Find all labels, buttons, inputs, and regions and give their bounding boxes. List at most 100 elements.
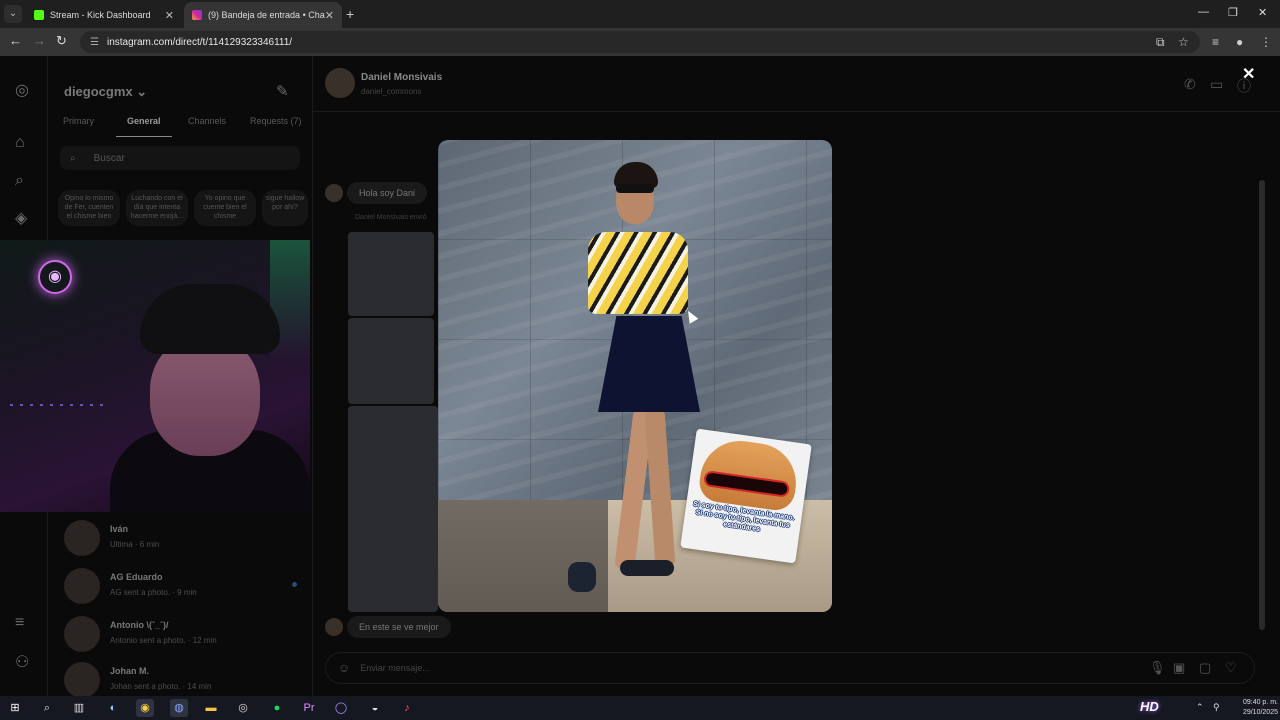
conversation-header: Daniel Monsivais daniel_commons ✆ ▭ ⓘ (313, 56, 1280, 112)
chat-name: Antonio \(ˉ_ˉ)/ (110, 620, 169, 630)
chat-list-item[interactable]: Iván Ultima · 6 min (62, 518, 302, 562)
tiktok-icon[interactable]: ♪ (398, 699, 416, 717)
chrome-icon[interactable]: ◉ (136, 699, 154, 717)
active-tab-indicator (116, 136, 172, 137)
conversation-name[interactable]: Daniel Monsivais (361, 72, 442, 83)
floor-shadow (438, 500, 608, 612)
search-icon[interactable]: ⌕ (38, 699, 56, 717)
app-icon[interactable]: ◒ (366, 699, 384, 717)
chat-list-item[interactable]: Antonio \(ˉ_ˉ)/ Antonio sent a photo. · … (62, 614, 302, 658)
menu-icon[interactable]: ≡ (15, 614, 24, 632)
account-username[interactable]: diegocgmx ⌄ (64, 84, 147, 100)
search-placeholder: Buscar (93, 152, 125, 164)
edge-icon[interactable]: ◐ (104, 699, 122, 717)
emoji-icon[interactable]: ☺ (338, 661, 350, 675)
tab-close-icon[interactable]: ✕ (165, 9, 174, 22)
microphone-icon[interactable]: 🎙 (1149, 660, 1166, 676)
new-tab-button[interactable]: + (346, 6, 354, 22)
profile-avatar-icon[interactable]: ● (1236, 35, 1243, 49)
unread-dot (292, 582, 297, 587)
alien-neon-icon: ◉ (38, 260, 72, 294)
note-bubble[interactable]: sigue hallow por ahí? (262, 190, 308, 226)
browser-toolbar: ← → ↻ ☰ instagram.com/direct/t/114129323… (0, 28, 1280, 56)
minimize-icon[interactable]: — (1198, 6, 1209, 18)
photo-thumbnail[interactable] (348, 232, 434, 316)
instagram-icon[interactable]: ◎ (15, 80, 29, 100)
chat-preview: Antonio sent a photo. · 12 min (110, 636, 217, 645)
person-shoe (620, 560, 674, 576)
avatar (64, 662, 100, 698)
streamer-cap (140, 284, 280, 354)
reload-icon[interactable]: ↻ (56, 33, 67, 49)
search-icon[interactable]: ⌕ (15, 172, 24, 190)
person-shirt (588, 232, 688, 314)
back-icon[interactable]: ← (9, 33, 22, 48)
bookmark-star-icon[interactable]: ☆ (1178, 35, 1189, 49)
url-text: instagram.com/direct/t/114129323346111/ (106, 36, 293, 48)
search-input[interactable]: ⌕ Buscar (60, 146, 300, 170)
chat-list-item[interactable]: AG Eduardo AG sent a photo. · 9 min (62, 566, 302, 610)
person-sunglasses (616, 184, 654, 193)
message-composer[interactable]: ☺ Enviar mensaje... (325, 652, 1255, 684)
meme-sticker: Si soy tu tipo, levanta la mano. Si no s… (680, 428, 812, 564)
address-bar[interactable]: ☰ instagram.com/direct/t/114129323346111… (80, 31, 1200, 53)
spotify-icon[interactable]: ● (268, 699, 286, 717)
avatar (64, 520, 100, 556)
note-bubble[interactable]: Yo opino que cuente bien el chisme (194, 190, 256, 226)
photo-viewer-image[interactable]: Si soy tu tipo, levanta la mano. Si no s… (438, 140, 832, 612)
restore-icon[interactable]: ❐ (1228, 6, 1238, 19)
tab-general[interactable]: General (127, 116, 161, 126)
chat-preview: Ultima · 6 min (110, 540, 160, 549)
browser-tab-instagram[interactable]: (9) Bandeja de entrada • Chats ✕ (184, 2, 342, 28)
video-call-icon[interactable]: ▭ (1210, 76, 1223, 93)
browser-menu-icon[interactable]: ⋮ (1260, 35, 1272, 49)
avatar[interactable] (325, 68, 355, 98)
hd-overlay-logo: HD (1140, 699, 1159, 714)
avatar (64, 568, 100, 604)
taskbar-clock[interactable]: 09:40 p. m. 29/10/2025 (1230, 698, 1278, 718)
install-app-icon[interactable]: ⧉ (1156, 35, 1165, 50)
task-view-icon[interactable]: ▥ (70, 699, 88, 717)
message-bubble[interactable]: Hola soy Dani (347, 182, 428, 204)
windows-start-icon[interactable]: ⊞ (6, 699, 24, 717)
compose-message-icon[interactable]: ✎ (276, 82, 289, 100)
site-info-icon[interactable]: ☰ (90, 37, 99, 48)
chat-name: Iván (110, 524, 129, 534)
scrollbar[interactable] (1259, 180, 1265, 630)
clock-time: 09:40 p. m. (1242, 699, 1278, 706)
image-icon[interactable]: ▣ (1173, 660, 1185, 676)
network-icon[interactable]: ⚲ (1213, 702, 1220, 713)
threads-icon[interactable]: ⚇ (15, 652, 29, 672)
avatar (64, 616, 100, 652)
tray-chevron-icon[interactable]: ⌃ (1196, 702, 1204, 713)
twitch-icon[interactable]: ◯ (332, 699, 350, 717)
media-control-icon[interactable]: ≡ (1212, 35, 1219, 49)
viewer-close-button[interactable]: ✕ (1242, 64, 1255, 84)
home-icon[interactable]: ⌂ (15, 134, 25, 152)
tab-requests[interactable]: Requests (7) (250, 116, 302, 126)
search-icon: ⌕ (70, 152, 76, 164)
tab-close-icon[interactable]: ✕ (325, 9, 334, 22)
explore-icon[interactable]: ◈ (15, 208, 27, 228)
note-bubble[interactable]: Luchando con el día que intenta hacerme … (126, 190, 188, 226)
premiere-icon[interactable]: Pr (300, 699, 318, 717)
obs-icon[interactable]: ◎ (234, 699, 252, 717)
file-explorer-icon[interactable]: ▬ (202, 699, 220, 717)
forward-icon[interactable]: → (33, 33, 46, 48)
phone-icon[interactable]: ✆ (1184, 76, 1196, 93)
discord-icon[interactable]: ◍ (170, 699, 188, 717)
photo-thumbnail[interactable] (348, 318, 434, 404)
photo-thumbnail[interactable] (348, 406, 438, 612)
window-close-icon[interactable]: ✕ (1258, 6, 1267, 19)
tab-primary[interactable]: Primary (63, 116, 94, 126)
browser-tab-kick[interactable]: Stream - Kick Dashboard ✕ (26, 2, 182, 28)
heart-icon[interactable]: ♡ (1225, 660, 1237, 676)
tab-search-button[interactable]: ⌄ (4, 5, 22, 23)
led-strip (10, 404, 110, 406)
sticker-icon[interactable]: ▢ (1199, 660, 1211, 676)
tab-channels[interactable]: Channels (188, 116, 226, 126)
message-bubble[interactable]: En este se ve mejor (347, 616, 451, 638)
person-shoe (568, 562, 596, 592)
note-bubble[interactable]: Opino lo mismo de Fer, cuenten el chisme… (58, 190, 120, 226)
tab-title: (9) Bandeja de entrada • Chats (208, 10, 325, 20)
